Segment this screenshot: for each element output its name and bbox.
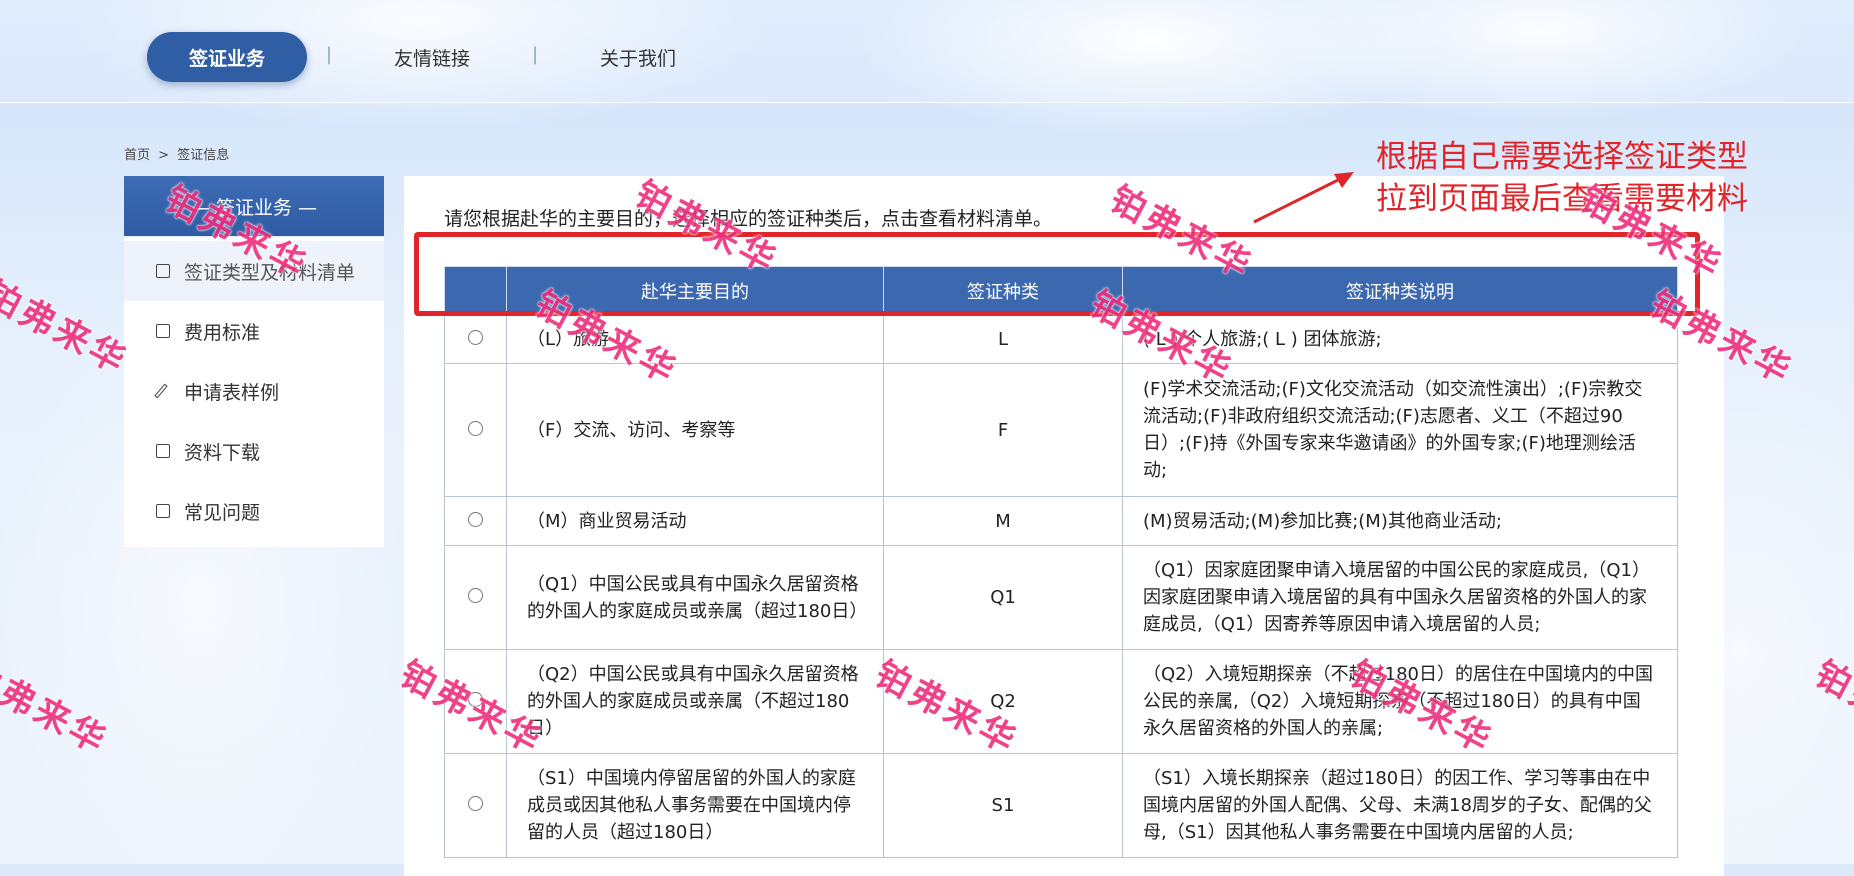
nav-separator: | xyxy=(326,44,333,65)
table-cell-code: Q1 xyxy=(883,545,1123,650)
sidebar-item-sample-forms[interactable]: 申请表样例 xyxy=(124,361,384,421)
annotation-text: 根据自己需要选择签证类型 拉到页面最后查看需要材料 xyxy=(1376,136,1748,220)
sidebar-item-label: 签证类型及材料清单 xyxy=(184,261,356,284)
table-row[interactable]: （Q2）中国公民或具有中国永久居留资格的外国人的家庭成员或亲属（不超过180日）… xyxy=(444,649,1678,754)
nav-visa-business[interactable]: 签证业务 xyxy=(147,32,307,82)
table-cell-select[interactable] xyxy=(444,545,507,650)
sidebar-title: — 签证业务 — xyxy=(124,176,384,236)
table-cell-select[interactable] xyxy=(444,363,507,497)
sidebar: — 签证业务 — 签证类型及材料清单 费用标准 申请表样例 资料下载 常见问题 xyxy=(124,176,384,547)
nav-friendly-links[interactable]: 友情链接 xyxy=(394,44,470,71)
table-cell-description: （Q2）入境短期探亲（不超过180日）的居住在中国境内的中国公民的亲属,（Q2）… xyxy=(1122,649,1678,754)
table-row[interactable]: （M）商业贸易活动 M (M)贸易活动;(M)参加比赛;(M)其他商业活动; xyxy=(444,496,1678,546)
annotation-line: 拉到页面最后查看需要材料 xyxy=(1376,181,1748,217)
table-row[interactable]: （S1）中国境内停留居留的外国人的家庭成员或因其他私人事务需要在中国境内停留的人… xyxy=(444,753,1678,858)
table-cell-purpose: （Q2）中国公民或具有中国永久居留资格的外国人的家庭成员或亲属（不超过180日） xyxy=(506,649,884,754)
table-cell-description: (F)学术交流活动;(F)文化交流活动（如交流性演出）;(F)宗教交流活动;(F… xyxy=(1122,363,1678,497)
breadcrumb-home[interactable]: 首页 xyxy=(124,148,150,163)
sidebar-item-label: 常见问题 xyxy=(184,501,261,524)
table-cell-description: ( L ) 个人旅游;( L ) 团体旅游; xyxy=(1122,315,1678,364)
table-cell-code: M xyxy=(883,496,1123,546)
arrow-icon xyxy=(1253,172,1354,224)
intro-text: 请您根据赴华的主要目的，选择相应的签证种类后，点击查看材料清单。 xyxy=(444,208,1053,230)
table-row[interactable]: （Q1）中国公民或具有中国永久居留资格的外国人的家庭成员或亲属（超过180日） … xyxy=(444,545,1678,650)
visa-radio-button[interactable] xyxy=(468,330,483,345)
table-cell-purpose: （L）旅游 xyxy=(506,315,884,364)
yen-icon xyxy=(156,324,170,338)
table-cell-purpose: （F）交流、访问、考察等 xyxy=(506,363,884,497)
visa-radio-button[interactable] xyxy=(468,420,483,436)
table-cell-description: （Q1）因家庭团聚申请入境居留的中国公民的家庭成员,（Q1）因家庭团聚申请入境居… xyxy=(1122,545,1678,650)
sidebar-item-visa-types[interactable]: 签证类型及材料清单 xyxy=(124,241,384,301)
top-nav: 签证业务 | 友情链接 | 关于我们 xyxy=(0,0,1854,103)
sidebar-item-label: 资料下载 xyxy=(184,441,261,464)
table-cell-purpose: （M）商业贸易活动 xyxy=(506,496,884,546)
sidebar-menu: 签证类型及材料清单 费用标准 申请表样例 资料下载 常见问题 xyxy=(124,237,384,547)
visa-radio-button[interactable] xyxy=(468,588,483,603)
table-cell-description: (M)贸易活动;(M)参加比赛;(M)其他商业活动; xyxy=(1122,496,1678,546)
visa-radio-button[interactable] xyxy=(468,692,483,707)
table-cell-select[interactable] xyxy=(444,753,507,858)
nav-separator: | xyxy=(532,44,539,65)
annotation-line: 根据自己需要选择签证类型 xyxy=(1376,139,1748,175)
table-cell-description: （S1）入境长期探亲（超过180日）的因工作、学习等事由在中国境内居留的外国人配… xyxy=(1122,753,1678,858)
table-cell-select[interactable] xyxy=(444,649,507,754)
list-icon xyxy=(156,264,170,278)
question-icon xyxy=(156,504,170,518)
table-cell-code: S1 xyxy=(883,753,1123,858)
sidebar-item-faq[interactable]: 常见问题 xyxy=(124,481,384,541)
sidebar-item-label: 申请表样例 xyxy=(184,381,280,404)
table-cell-purpose: （S1）中国境内停留居留的外国人的家庭成员或因其他私人事务需要在中国境内停留的人… xyxy=(506,753,884,858)
nav-about-us[interactable]: 关于我们 xyxy=(600,44,676,71)
table-cell-code: F xyxy=(883,363,1123,497)
visa-type-table: 赴华主要目的 签证种类 签证种类说明 （L）旅游 L ( L ) 个人旅游;( … xyxy=(444,266,1678,858)
table-row[interactable]: （F）交流、访问、考察等 F (F)学术交流活动;(F)文化交流活动（如交流性演… xyxy=(444,363,1678,497)
sidebar-item-label: 费用标准 xyxy=(184,321,261,344)
table-cell-purpose: （Q1）中国公民或具有中国永久居留资格的外国人的家庭成员或亲属（超过180日） xyxy=(506,545,884,650)
document-icon xyxy=(156,444,170,458)
table-cell-select[interactable] xyxy=(444,496,507,546)
table-cell-select[interactable] xyxy=(444,315,507,364)
visa-radio-button[interactable] xyxy=(468,796,483,811)
breadcrumb-current: 签证信息 xyxy=(177,148,230,163)
sidebar-item-fees[interactable]: 费用标准 xyxy=(124,301,384,361)
breadcrumb-separator: > xyxy=(158,148,170,163)
pen-icon xyxy=(156,384,170,398)
table-cell-code: L xyxy=(883,315,1123,364)
highlight-box xyxy=(414,232,1700,316)
table-cell-code: Q2 xyxy=(883,649,1123,754)
breadcrumb: 首页 > 签证信息 xyxy=(124,144,233,163)
sidebar-item-downloads[interactable]: 资料下载 xyxy=(124,421,384,481)
table-row[interactable]: （L）旅游 L ( L ) 个人旅游;( L ) 团体旅游; xyxy=(444,315,1678,364)
visa-radio-button[interactable] xyxy=(468,511,483,527)
